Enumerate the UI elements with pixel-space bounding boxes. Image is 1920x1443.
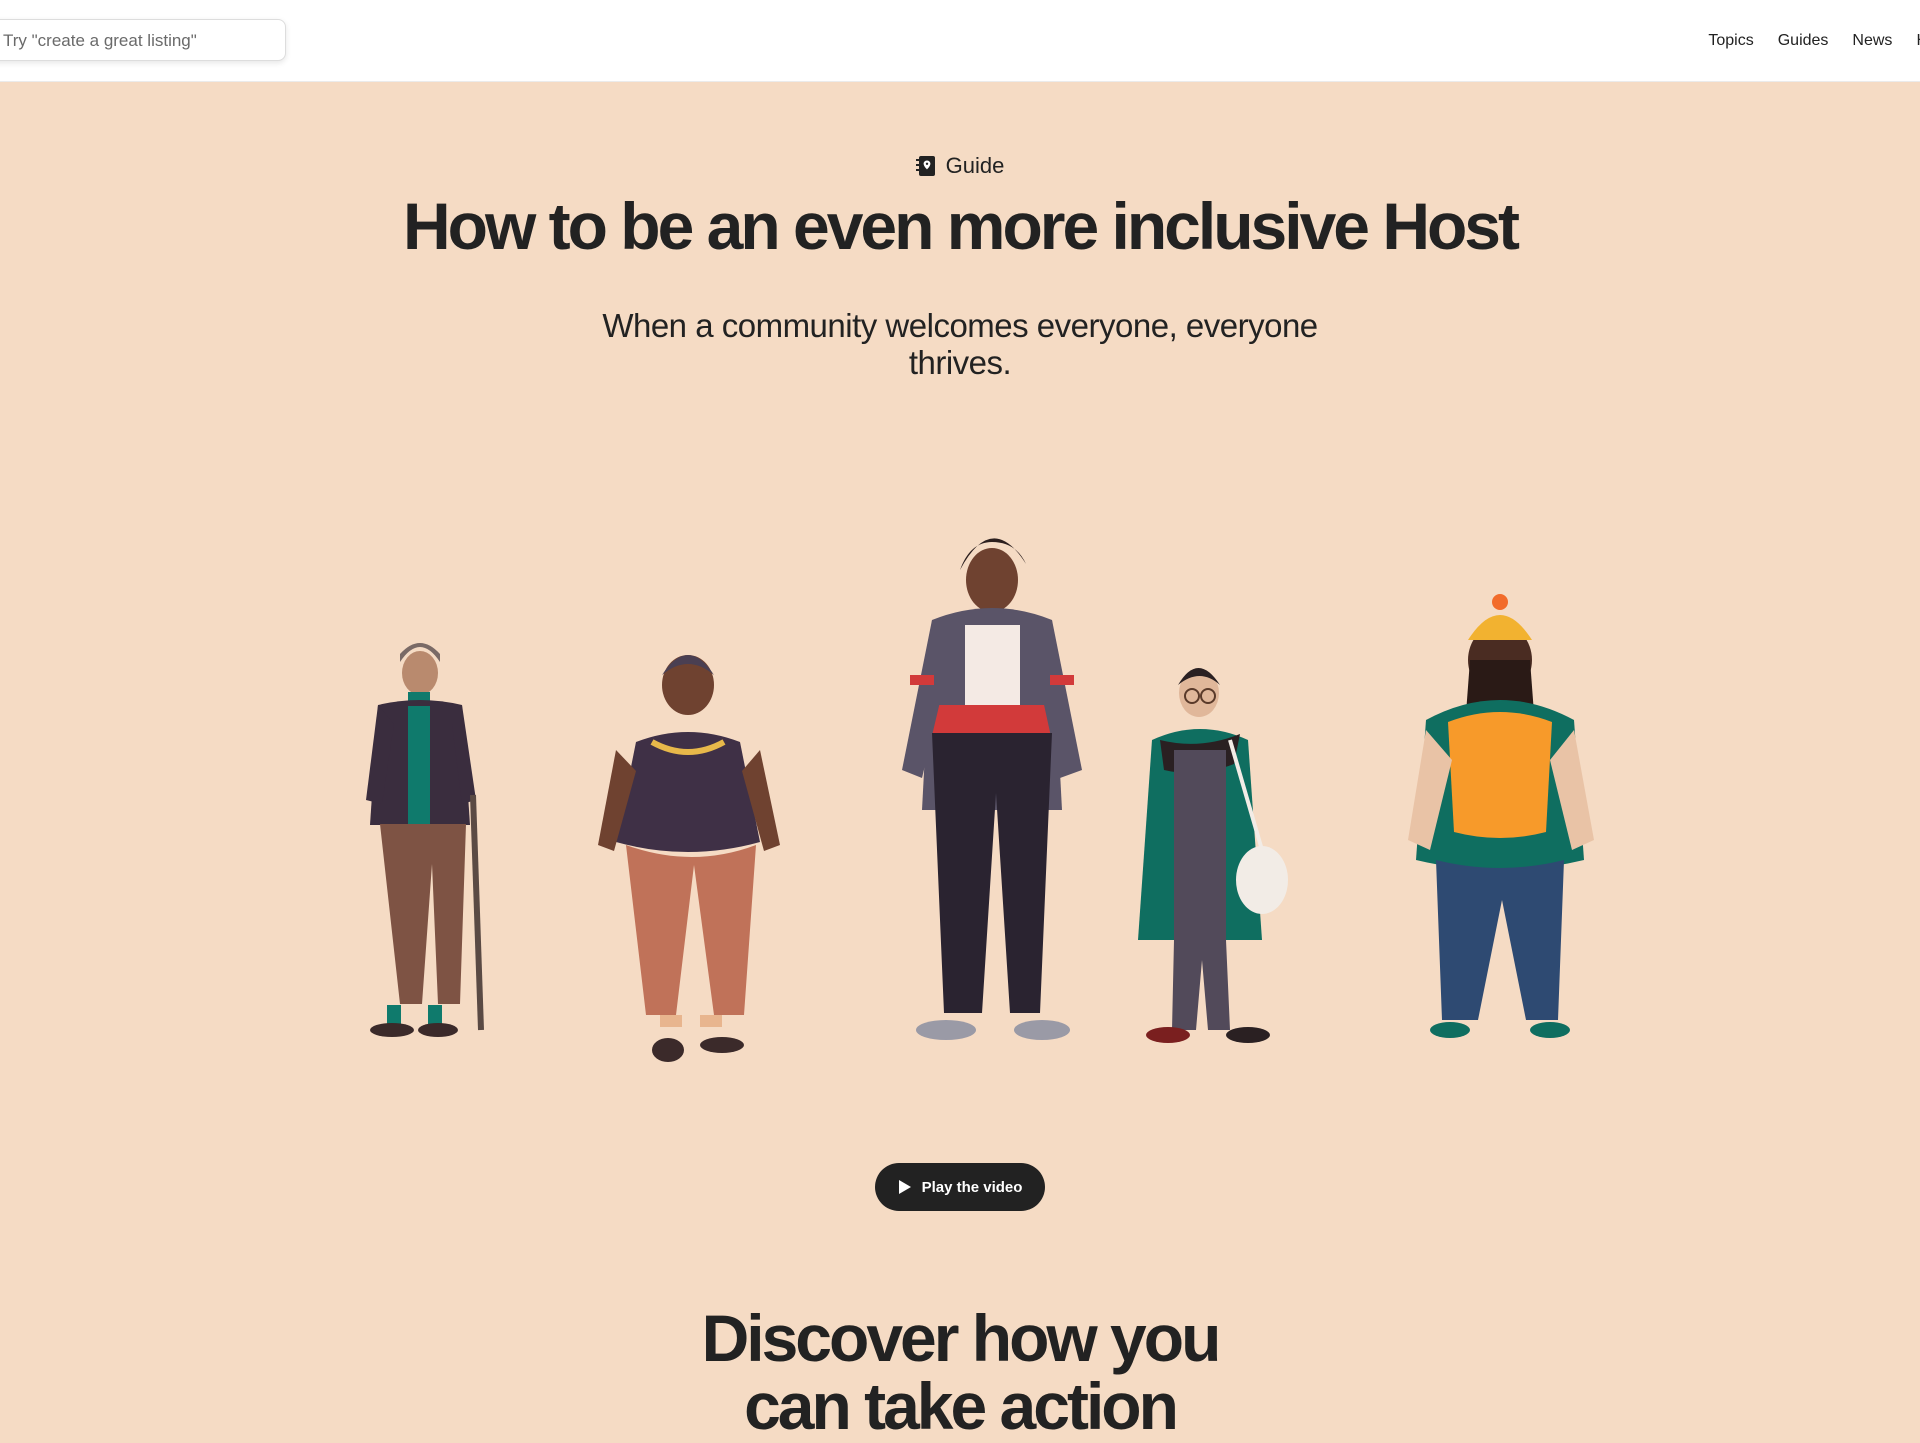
section-title-line1: Discover how you	[701, 1301, 1222, 1375]
play-video-label: Play the video	[921, 1178, 1023, 1196]
search-input[interactable]	[1, 20, 289, 62]
search-box[interactable]	[0, 19, 289, 62]
section-title: Discover how you can take action	[0, 1304, 1920, 1440]
guide-book-icon	[915, 156, 935, 176]
section-title-line2: can take action	[744, 1369, 1179, 1443]
guide-label: Guide	[0, 153, 1920, 179]
hosts-illustration	[260, 440, 1660, 1120]
top-bar: Topics Guides News H	[0, 0, 1920, 82]
guide-label-text: Guide	[945, 153, 1005, 178]
nav-news[interactable]: News	[1852, 32, 1892, 50]
nav-topics[interactable]: Topics	[1708, 32, 1753, 50]
play-icon	[898, 1180, 911, 1194]
nav-guides[interactable]: Guides	[1778, 32, 1829, 50]
play-video-button[interactable]: Play the video	[875, 1163, 1045, 1211]
page-subtitle: When a community welcomes everyone, ever…	[602, 307, 1318, 381]
page-title: How to be an even more inclusive Host	[403, 189, 1520, 263]
main-nav: Topics Guides News H	[1708, 0, 1920, 81]
nav-hosting[interactable]: H	[1916, 32, 1920, 50]
